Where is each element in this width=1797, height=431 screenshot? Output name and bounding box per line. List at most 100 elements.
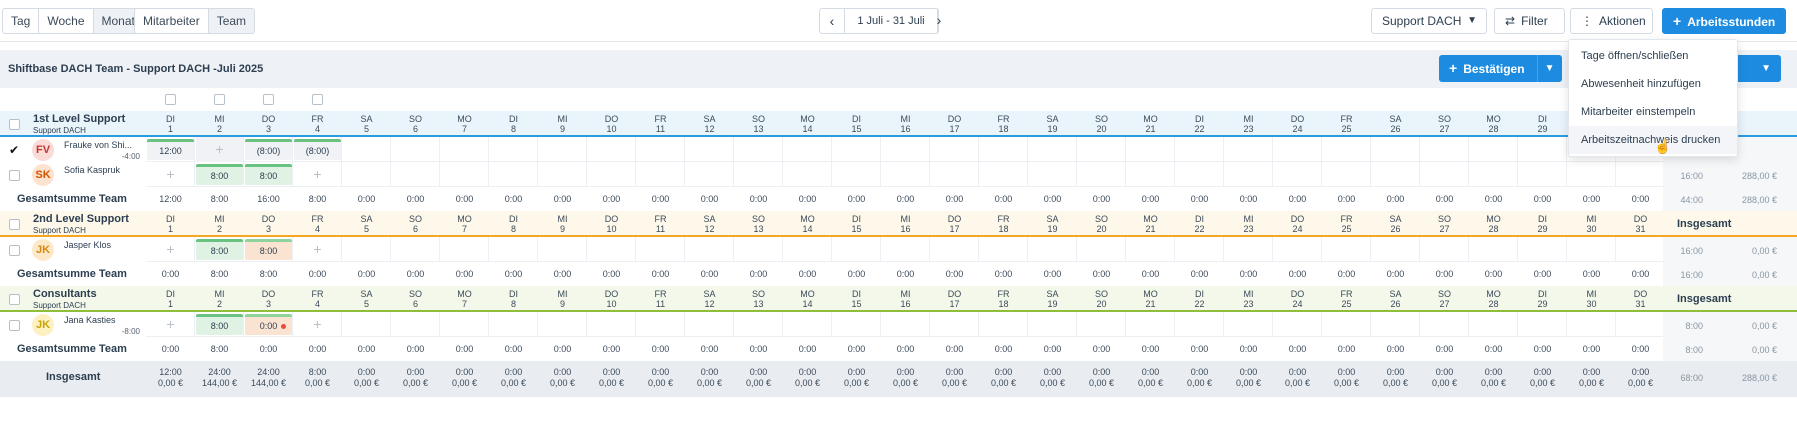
day-cell[interactable] [538,237,587,262]
day-cell[interactable] [881,237,930,262]
day-cell[interactable] [979,137,1028,162]
day-cell[interactable] [489,312,538,337]
add-shift-icon[interactable]: + [294,316,341,332]
day-cell[interactable] [1077,312,1126,337]
employee-name[interactable]: Jana Kasties [64,315,116,325]
day-cell[interactable] [783,162,832,187]
day-cell[interactable] [1126,237,1175,262]
day-cell[interactable] [1175,162,1224,187]
day-cell[interactable] [1518,137,1567,162]
employee-name[interactable]: Frauke von Shi... [64,140,132,150]
day-cell[interactable] [979,162,1028,187]
shift-block[interactable]: 8:00 [196,164,243,185]
menu-item-clock-in-employee[interactable]: Mitarbeiter einstempeln [1569,98,1737,126]
day-cell[interactable] [1077,237,1126,262]
day-cell[interactable] [1518,312,1567,337]
day-cell[interactable] [685,312,734,337]
day-cell[interactable] [1567,162,1616,187]
day-cell[interactable] [1322,137,1371,162]
day-cell[interactable] [1126,137,1175,162]
employee-name[interactable]: Sofia Kaspruk [64,165,120,175]
day-cell[interactable] [832,137,881,162]
day-select-checkbox[interactable] [165,94,176,105]
shift-block[interactable]: 12:00 [147,139,194,160]
day-cell[interactable] [1322,312,1371,337]
day-cell[interactable] [1126,162,1175,187]
chevron-down-icon[interactable]: ▼ [1538,55,1562,82]
day-cell[interactable] [1616,162,1665,187]
day-select-checkbox[interactable] [263,94,274,105]
day-cell[interactable] [1224,137,1273,162]
group-select-checkbox[interactable] [9,119,20,130]
day-cell[interactable] [1420,137,1469,162]
shift-block[interactable]: 0:00 [245,314,292,335]
day-cell[interactable] [440,137,489,162]
day-cell[interactable] [391,162,440,187]
menu-item-add-absence[interactable]: Abwesenheit hinzufügen [1569,70,1737,98]
day-cell[interactable] [979,312,1028,337]
chevron-left-icon[interactable]: ‹ [820,9,844,33]
day-cell[interactable] [636,137,685,162]
day-cell[interactable] [1518,237,1567,262]
menu-item-print-timesheet[interactable]: Arbeitszeitnachweis drucken [1569,126,1737,154]
day-cell[interactable] [636,237,685,262]
location-select[interactable]: Support DACH ▼ [1371,8,1487,34]
group-tab-employee[interactable]: Mitarbeiter [135,9,209,33]
shift-block[interactable]: 8:00 [245,164,292,185]
day-cell[interactable] [538,312,587,337]
add-shift-icon[interactable]: + [196,141,243,157]
add-shift-icon[interactable]: + [294,166,341,182]
day-cell[interactable] [1616,312,1665,337]
day-cell[interactable] [636,162,685,187]
day-cell[interactable] [1126,312,1175,337]
day-cell[interactable] [538,137,587,162]
shift-block[interactable]: (8:00) [245,139,292,160]
day-cell[interactable] [930,162,979,187]
day-cell[interactable] [587,312,636,337]
add-hours-button[interactable]: + Arbeitsstunden [1662,8,1786,34]
add-shift-icon[interactable]: + [147,241,194,257]
day-select-checkbox[interactable] [214,94,225,105]
day-cell[interactable] [587,137,636,162]
day-cell[interactable] [1469,237,1518,262]
day-cell[interactable] [685,237,734,262]
day-cell[interactable] [1420,237,1469,262]
day-cell[interactable] [1469,162,1518,187]
day-cell[interactable] [979,237,1028,262]
employee-select-checkbox[interactable]: ✔ [9,144,20,156]
day-cell[interactable] [1273,137,1322,162]
day-cell[interactable] [391,237,440,262]
day-cell[interactable] [391,137,440,162]
day-cell[interactable] [1322,162,1371,187]
day-cell[interactable] [1371,312,1420,337]
day-cell[interactable] [587,237,636,262]
day-cell[interactable] [1028,237,1077,262]
date-range-label[interactable]: 1 Juli - 31 Juli [844,9,938,33]
day-cell[interactable] [1371,162,1420,187]
day-cell[interactable] [440,312,489,337]
day-cell[interactable] [342,162,391,187]
day-cell[interactable] [1518,162,1567,187]
day-cell[interactable] [342,312,391,337]
shift-block[interactable]: (8:00) [294,139,341,160]
confirm-button[interactable]: + Bestätigen ▼ [1439,55,1562,82]
group-tab-team[interactable]: Team [208,9,255,33]
day-cell[interactable] [1371,237,1420,262]
employee-name[interactable]: Jasper Klos [64,240,111,250]
day-cell[interactable] [734,312,783,337]
day-cell[interactable] [881,312,930,337]
day-cell[interactable] [734,162,783,187]
group-select-checkbox[interactable] [9,219,20,230]
day-cell[interactable] [1175,137,1224,162]
chevron-right-icon[interactable]: › [927,8,951,34]
shift-block[interactable]: 8:00 [196,314,243,335]
day-cell[interactable] [1273,312,1322,337]
day-cell[interactable] [734,237,783,262]
day-cell[interactable] [1224,237,1273,262]
view-tab-week[interactable]: Woche [39,9,94,33]
day-cell[interactable] [1028,162,1077,187]
day-cell[interactable] [930,137,979,162]
day-cell[interactable] [587,162,636,187]
day-cell[interactable] [685,137,734,162]
day-cell[interactable] [1273,162,1322,187]
